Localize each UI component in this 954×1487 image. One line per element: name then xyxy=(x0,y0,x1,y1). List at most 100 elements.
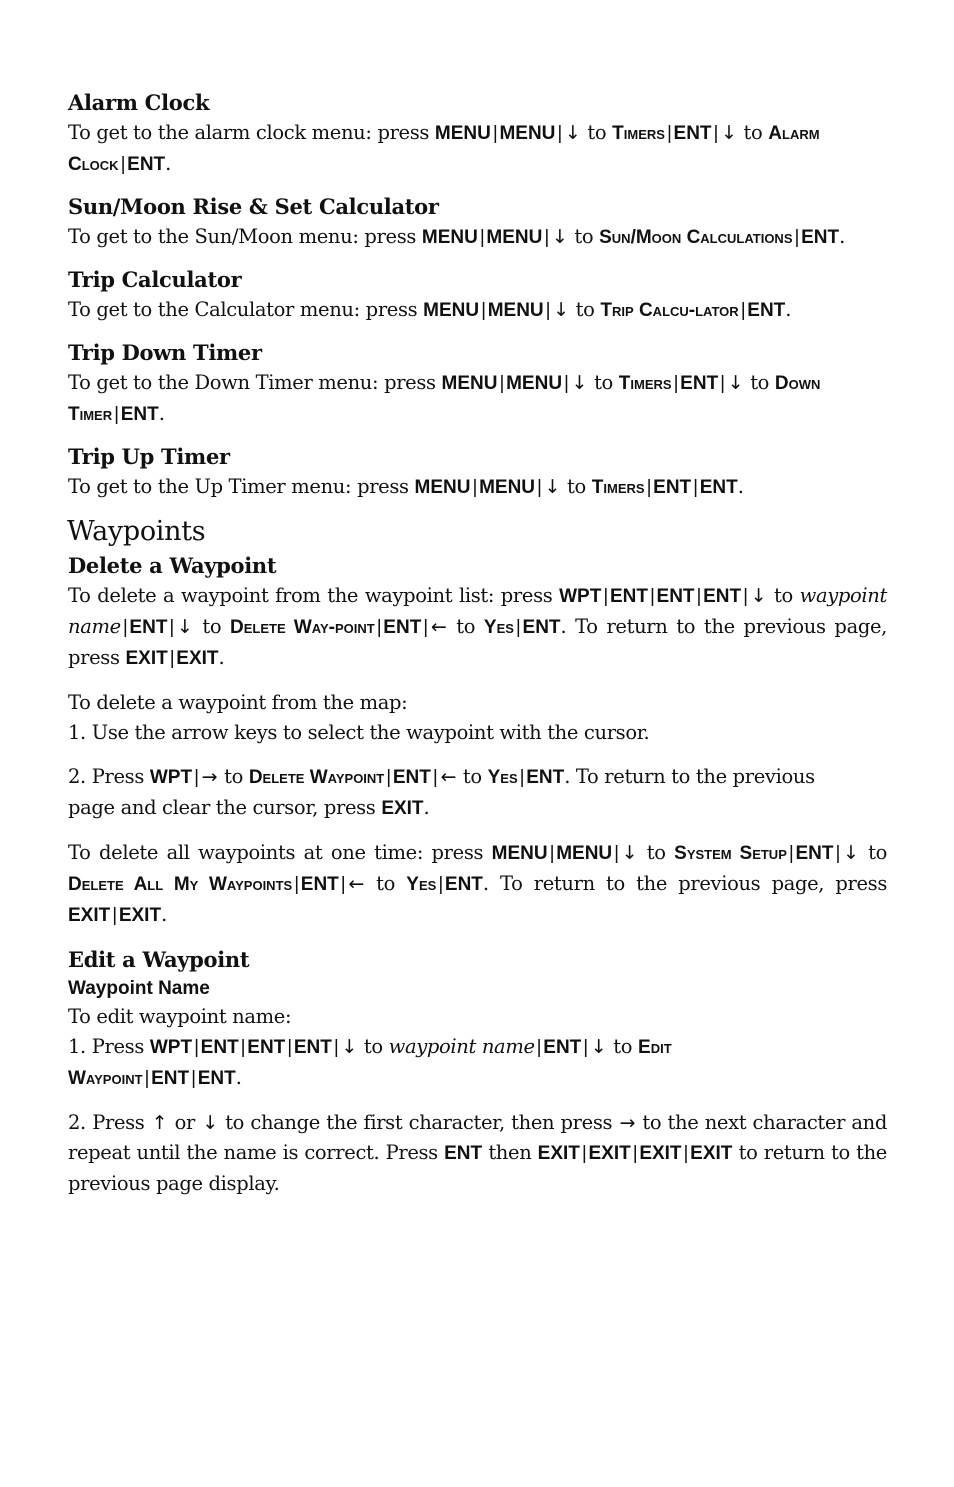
menu-item-name: Trip Calcu-lator xyxy=(600,300,739,321)
text: To delete all waypoints at one time: pre… xyxy=(68,841,492,864)
key-name: EXIT xyxy=(537,1143,580,1164)
arrow-down-icon: ↓ xyxy=(750,585,767,607)
separator: | xyxy=(544,227,549,248)
separator: | xyxy=(194,1037,199,1058)
text: To delete a waypoint from the waypoint l… xyxy=(68,584,560,607)
menu-item-name: Yes xyxy=(483,617,514,638)
key-name: MENU xyxy=(487,300,544,321)
delete-waypoint-body: To delete a waypoint from the waypoint l… xyxy=(68,581,887,931)
separator: | xyxy=(614,843,619,864)
text: To get to the Up Timer menu: press xyxy=(68,475,415,498)
separator: | xyxy=(549,843,555,864)
key-name: EXIT xyxy=(68,905,111,926)
menu-item-name: Timers xyxy=(618,373,672,394)
separator: | xyxy=(294,874,299,895)
key-name: ENT xyxy=(703,586,742,607)
separator: | xyxy=(423,617,428,638)
text: then xyxy=(482,1141,538,1164)
key-name: MENU xyxy=(423,300,480,321)
arrow-down-icon: ↓ xyxy=(590,1036,607,1058)
separator: | xyxy=(564,373,569,394)
key-name: MENU xyxy=(499,123,556,144)
key-name: EXIT xyxy=(118,905,162,926)
text: 2. Press xyxy=(68,765,150,788)
separator: | xyxy=(794,227,800,248)
text: to xyxy=(364,872,407,895)
text: to xyxy=(744,371,775,394)
text: . To return to the previous page, press xyxy=(482,872,887,895)
arrow-down-icon: ↓ xyxy=(621,842,638,864)
section-title-waypoints: Waypoints xyxy=(67,516,206,547)
text: to xyxy=(638,841,675,864)
text: To get to the Sun/Moon menu: press xyxy=(68,225,422,248)
separator: | xyxy=(472,477,478,498)
section: Alarm Clock To get to the alarm clock men… xyxy=(68,88,887,180)
text: to xyxy=(358,1035,389,1058)
text: or xyxy=(168,1111,202,1134)
text: . xyxy=(161,903,167,926)
text: to xyxy=(581,121,613,144)
text: to xyxy=(561,475,592,498)
separator: | xyxy=(693,477,698,498)
arrow-left-icon: ← xyxy=(440,766,457,788)
key-name: ENT xyxy=(522,617,561,638)
text: 2. Press xyxy=(68,1111,151,1134)
arrow-down-icon: ↓ xyxy=(721,122,737,144)
key-name: MENU xyxy=(486,227,543,248)
separator: | xyxy=(537,477,542,498)
section-heading: Trip Down Timer xyxy=(68,340,262,365)
text: to change the first character, then pres… xyxy=(218,1111,619,1134)
key-name: MENU xyxy=(479,477,536,498)
key-name: ENT xyxy=(197,1068,236,1089)
text: to xyxy=(193,615,231,638)
paragraph: To get to the Down Timer menu: press MEN… xyxy=(68,368,887,430)
separator: | xyxy=(713,123,719,144)
separator: | xyxy=(683,1143,689,1164)
text: . xyxy=(218,646,225,669)
paragraph: To delete a waypoint from the map: xyxy=(68,688,887,718)
separator: | xyxy=(144,1068,150,1089)
paragraph: 1. Use the arrow keys to select the wayp… xyxy=(68,718,887,748)
menu-item-name: Yes xyxy=(487,767,518,788)
paragraph: To get to the Up Timer menu: press MENU |… xyxy=(68,472,887,503)
text: to xyxy=(737,121,769,144)
separator: | xyxy=(557,123,562,144)
key-name: ENT xyxy=(699,477,738,498)
paragraph: To get to the Sun/Moon menu: press MENU |… xyxy=(68,222,887,253)
text: . xyxy=(423,796,430,819)
text: 1. Use the arrow keys to select the wayp… xyxy=(68,721,650,744)
key-name: EXIT xyxy=(125,648,168,669)
key-name: ENT xyxy=(656,586,695,607)
key-name: EXIT xyxy=(381,798,424,819)
separator: | xyxy=(287,1037,292,1058)
menu-item-name: Delete Waypoint xyxy=(248,767,385,788)
paragraph: To delete all waypoints at one time: pre… xyxy=(68,838,887,931)
key-name: EXIT xyxy=(176,648,219,669)
paragraph: To delete a waypoint from the waypoint l… xyxy=(68,581,887,674)
separator: | xyxy=(536,1037,542,1058)
edit-waypoint-body: To edit waypoint name: 1. Press WPT | ENT | E… xyxy=(68,1002,887,1199)
text: . xyxy=(235,1066,242,1089)
key-name: ENT xyxy=(120,404,159,425)
key-name: ENT xyxy=(543,1037,582,1058)
text: To get to the Down Timer menu: press xyxy=(68,371,442,394)
timers-sections: Alarm Clock To get to the alarm clock men… xyxy=(68,88,887,503)
separator: | xyxy=(740,300,746,321)
arrow-left-icon: ← xyxy=(348,873,364,895)
heading-edit-waypoint: Edit a Waypoint xyxy=(68,947,250,972)
paragraph: To get to the alarm clock menu: press ME… xyxy=(68,118,887,180)
text: . xyxy=(165,152,172,175)
section-heading: Alarm Clock xyxy=(68,90,210,115)
separator: | xyxy=(169,648,175,669)
text: To get to the alarm clock menu: press xyxy=(68,121,435,144)
menu-item-name: Delete All My Waypoints xyxy=(68,874,293,895)
separator: | xyxy=(386,767,391,788)
paragraph: 2. Press ↑ or ↓ to change the first char… xyxy=(68,1108,887,1199)
text: to xyxy=(568,225,600,248)
separator: | xyxy=(438,874,443,895)
key-name: MENU xyxy=(421,227,478,248)
separator: | xyxy=(646,477,652,498)
text: to xyxy=(859,841,887,864)
section: Trip Up Timer To get to the Up Timer menu… xyxy=(68,442,887,503)
arrow-down-icon: ↓ xyxy=(727,372,744,394)
